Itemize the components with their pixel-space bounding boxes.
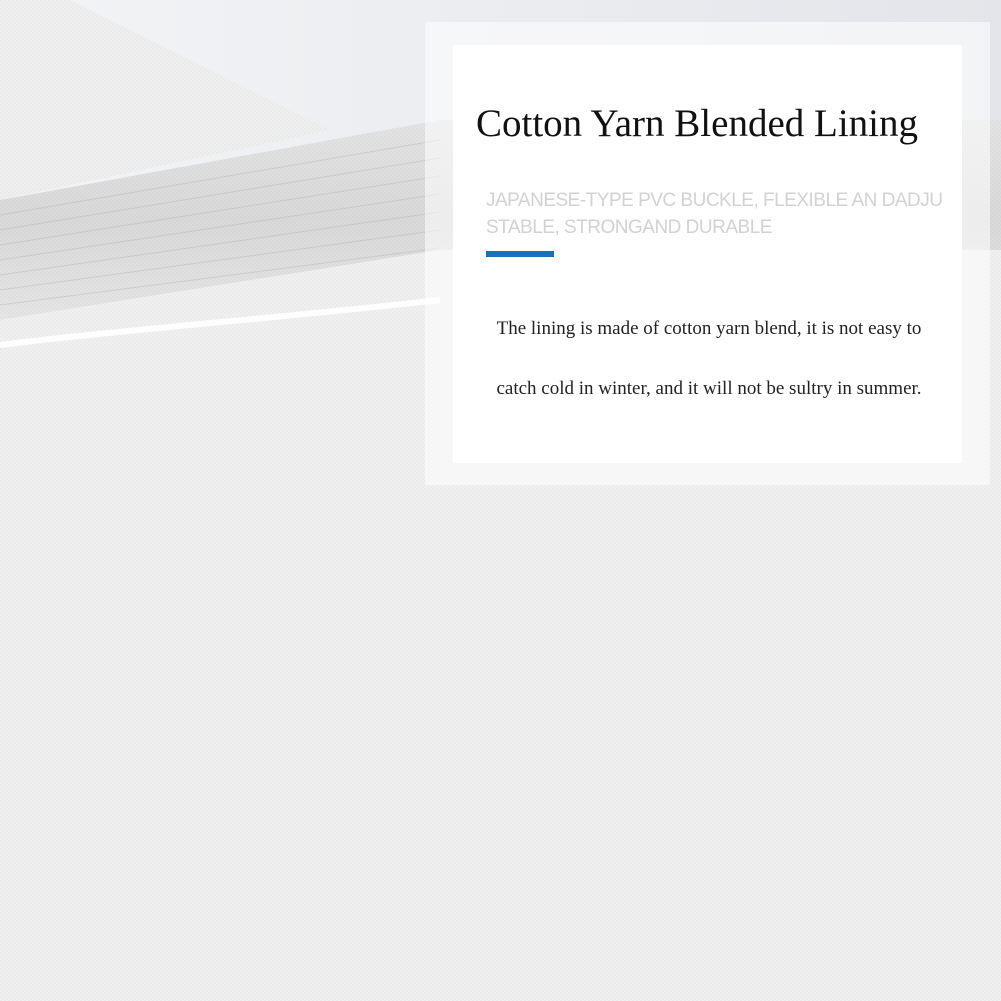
accent-bar xyxy=(486,251,554,257)
card-title: Cotton Yarn Blended Lining xyxy=(476,102,919,145)
card-subtitle: JAPANESE-TYPE PVC BUCKLE, FLEXIBLE AN DA… xyxy=(486,190,943,238)
body-text-line: catch cold in winter, and it will not be… xyxy=(496,378,922,399)
body-text-line: The lining is made of cotton yarn blend,… xyxy=(496,318,922,339)
